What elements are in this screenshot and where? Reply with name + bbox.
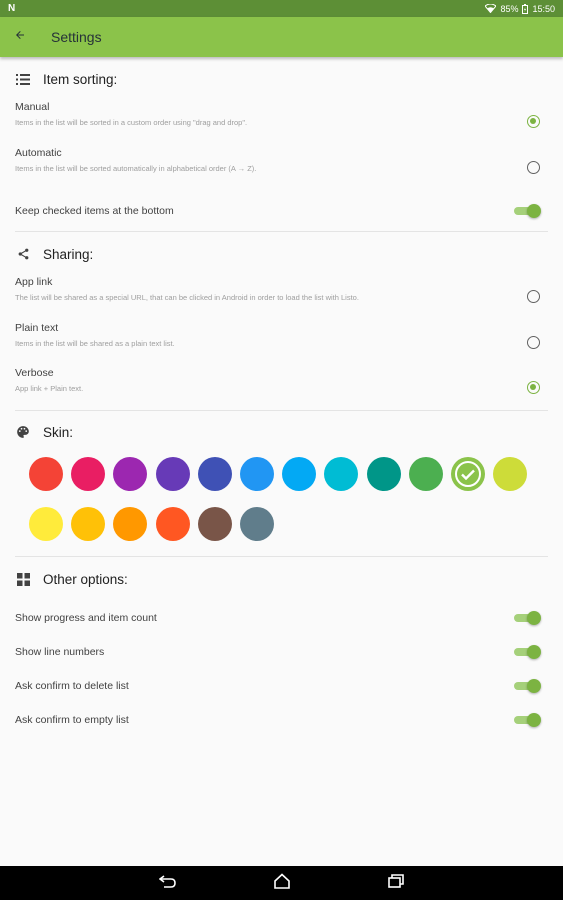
- manual-radio[interactable]: [527, 115, 540, 128]
- skin-color-swatch[interactable]: [29, 507, 63, 541]
- confirm-delete-switch[interactable]: [514, 679, 541, 693]
- selected-check-icon: [454, 461, 481, 487]
- skin-color-swatch[interactable]: [282, 457, 317, 491]
- nav-home-button[interactable]: [270, 871, 294, 895]
- skin-color-swatch[interactable]: [239, 507, 274, 541]
- section-other-options: Other options:: [0, 557, 563, 601]
- page-title: Settings: [51, 29, 102, 45]
- section-title: Skin:: [43, 424, 74, 440]
- option-label: Ask confirm to delete list: [15, 680, 129, 692]
- option-label: App link: [15, 276, 53, 288]
- skin-color-swatch[interactable]: [366, 457, 401, 491]
- skin-color-swatch[interactable]: [197, 507, 232, 541]
- nav-recents-button[interactable]: [384, 871, 408, 895]
- skin-color-swatch[interactable]: [113, 457, 148, 491]
- option-label: Show progress and item count: [15, 612, 157, 624]
- automatic-radio[interactable]: [527, 161, 540, 174]
- confirm-delete-option[interactable]: Ask confirm to delete list: [0, 669, 563, 703]
- nav-back-icon: [158, 874, 177, 893]
- section-title: Item sorting:: [43, 71, 118, 87]
- nav-recents-icon: [387, 873, 404, 893]
- show-line-numbers-option[interactable]: Show line numbers: [0, 635, 563, 669]
- status-bar: N 85% 15:50: [0, 0, 563, 17]
- option-label: Verbose: [15, 367, 54, 379]
- arrow-back-icon: [14, 28, 26, 46]
- palette-icon: [15, 424, 31, 440]
- skin-color-swatch[interactable]: [155, 457, 190, 491]
- option-label: Show line numbers: [15, 646, 105, 658]
- sharing-plain-text-option[interactable]: Plain text Items in the list will be sha…: [0, 322, 563, 367]
- skin-color-swatch[interactable]: [324, 457, 359, 491]
- skin-color-swatch[interactable]: [493, 457, 528, 491]
- sorting-manual-option[interactable]: Manual Items in the list will be sorted …: [0, 101, 563, 147]
- app-link-radio[interactable]: [527, 290, 540, 303]
- option-description: Items in the list will be sorted automat…: [15, 164, 257, 173]
- skin-color-swatch[interactable]: [239, 457, 274, 491]
- nav-back-button[interactable]: [156, 871, 180, 895]
- battery-percent: 85%: [500, 3, 519, 14]
- list-icon: [15, 71, 31, 87]
- option-description: The list will be shared as a special URL…: [15, 293, 359, 302]
- nav-home-icon: [273, 872, 291, 894]
- option-label: Automatic: [15, 147, 62, 159]
- keep-checked-option[interactable]: Keep checked items at the bottom: [0, 191, 563, 231]
- section-skin: Skin:: [0, 411, 563, 453]
- share-icon: [15, 246, 31, 262]
- option-label: Manual: [15, 101, 50, 113]
- option-description: Items in the list will be shared as a pl…: [15, 339, 175, 348]
- skin-color-swatch[interactable]: [155, 507, 190, 541]
- app-bar: Settings: [0, 17, 563, 57]
- section-sharing: Sharing:: [0, 232, 563, 276]
- confirm-empty-option[interactable]: Ask confirm to empty list: [0, 703, 563, 737]
- wifi-icon: [485, 4, 497, 13]
- skin-color-swatch[interactable]: [113, 507, 148, 541]
- option-description: Items in the list will be sorted in a cu…: [15, 118, 248, 127]
- skin-color-swatch[interactable]: [29, 457, 63, 491]
- battery-icon: [522, 3, 529, 14]
- show-line-numbers-switch[interactable]: [514, 645, 541, 659]
- skin-color-swatch[interactable]: [197, 457, 232, 491]
- skin-color-swatch[interactable]: [71, 457, 106, 491]
- show-progress-option[interactable]: Show progress and item count: [0, 601, 563, 635]
- settings-list: Item sorting: Manual Items in the list w…: [0, 57, 563, 737]
- confirm-empty-switch[interactable]: [514, 713, 541, 727]
- option-label: Plain text: [15, 322, 59, 334]
- sorting-automatic-option[interactable]: Automatic Items in the list will be sort…: [0, 147, 563, 191]
- status-right: 85% 15:50: [485, 3, 555, 14]
- option-label: Ask confirm to empty list: [15, 714, 129, 726]
- plain-text-radio[interactable]: [527, 336, 540, 349]
- section-item-sorting: Item sorting:: [0, 57, 563, 101]
- section-title: Sharing:: [43, 246, 94, 262]
- section-title: Other options:: [43, 571, 128, 587]
- back-button[interactable]: [0, 17, 40, 57]
- sharing-verbose-option[interactable]: Verbose App link + Plain text.: [0, 367, 563, 410]
- system-nav-bar: [0, 866, 563, 900]
- keep-checked-switch[interactable]: [514, 204, 541, 218]
- option-description: App link + Plain text.: [15, 384, 84, 393]
- verbose-radio[interactable]: [527, 381, 540, 394]
- sharing-app-link-option[interactable]: App link The list will be shared as a sp…: [0, 276, 563, 322]
- show-progress-switch[interactable]: [514, 611, 541, 625]
- skin-color-grid: [0, 453, 563, 541]
- notification-n-icon: N: [8, 3, 16, 14]
- option-label: Keep checked items at the bottom: [15, 205, 174, 217]
- skin-color-swatch[interactable]: [408, 457, 443, 491]
- skin-color-swatch[interactable]: [71, 507, 106, 541]
- skin-color-swatch[interactable]: [450, 457, 485, 491]
- widgets-icon: [15, 571, 31, 587]
- clock: 15:50: [532, 3, 555, 14]
